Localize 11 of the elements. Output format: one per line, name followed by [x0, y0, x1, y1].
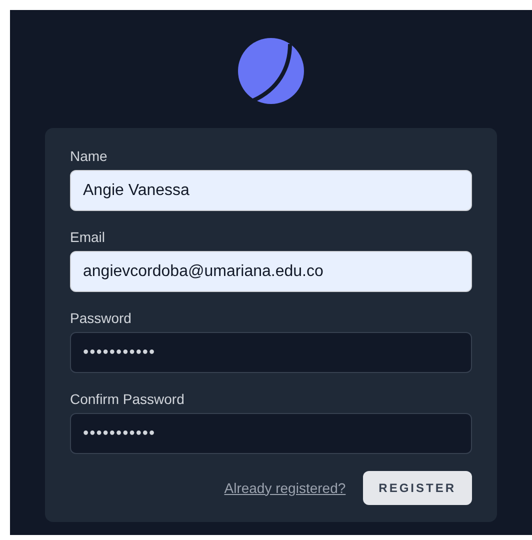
field-label: Confirm Password	[70, 390, 186, 409]
field-label: Name	[70, 147, 108, 166]
register-button[interactable]: REGISTER	[362, 471, 472, 505]
input-field[interactable]: •••••••••••	[70, 413, 472, 454]
logo-icon	[238, 38, 304, 104]
field-label: Password	[70, 309, 132, 328]
input-field[interactable]: •••••••••••	[70, 332, 472, 373]
input-field[interactable]: angievcordoba@umariana.edu.co	[70, 251, 472, 292]
input-field[interactable]: Angie Vanessa	[70, 170, 472, 211]
login-link[interactable]: Already registered?	[224, 478, 346, 498]
field-label: Email	[70, 228, 106, 247]
